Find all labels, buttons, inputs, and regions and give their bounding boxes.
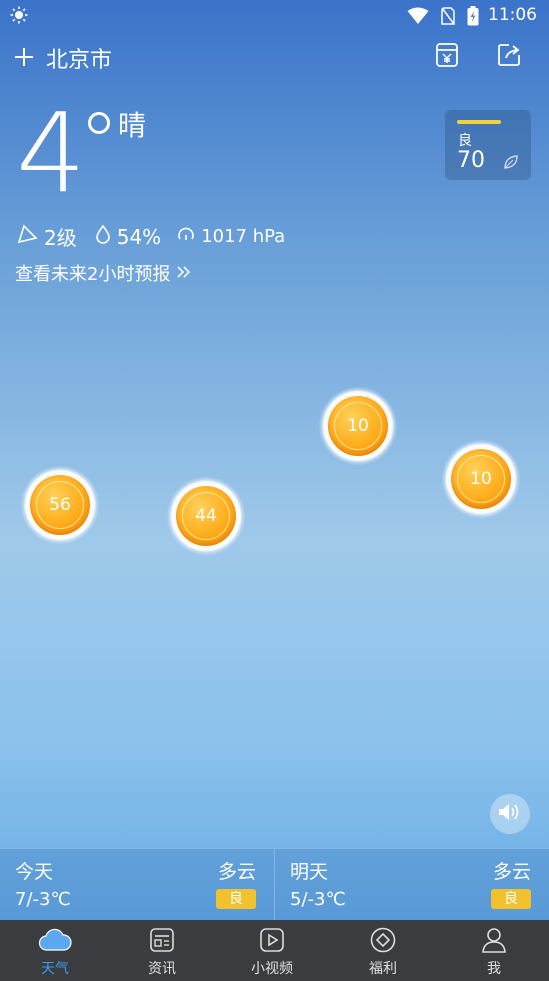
sun-icon <box>10 6 28 28</box>
aqi-badge: 良 <box>491 889 531 909</box>
leaf-icon <box>503 154 519 174</box>
current-temperature: 4 <box>16 89 86 217</box>
no-sim-icon <box>441 7 455 29</box>
tab-rewards[interactable]: 福利 <box>328 920 438 981</box>
tab-weather[interactable]: 天气 <box>0 920 110 981</box>
tab-me[interactable]: 我 <box>439 920 549 981</box>
tab-label: 福利 <box>369 961 397 977</box>
aqi-card[interactable]: 良 70 <box>445 110 531 180</box>
bottom-tab-bar: 天气 资讯 小视频 福利 我 <box>0 920 549 981</box>
day-name: 明天 <box>290 861 329 883</box>
two-hour-forecast-link[interactable]: 查看未来2小时预报 <box>15 260 192 286</box>
tab-label: 小视频 <box>251 961 293 977</box>
pressure-icon <box>177 225 195 249</box>
daily-forecast: 今天 多云 7/-3℃ 良 明天 多云 5/-3℃ 良 <box>0 848 549 921</box>
weather-condition: 晴 <box>118 109 147 142</box>
status-bar: 11:06 <box>0 0 549 30</box>
double-chevron-right-icon <box>176 263 192 284</box>
humidity-value: 54% <box>116 224 162 249</box>
top-bar: 北京市 <box>0 38 549 78</box>
battery-charging-icon <box>467 6 479 30</box>
speaker-icon <box>497 801 523 827</box>
play-icon <box>258 926 286 954</box>
clock: 11:06 <box>488 5 537 25</box>
wallet-icon[interactable] <box>435 42 461 68</box>
weather-details: 2级 54% 1017 hPa <box>16 222 291 251</box>
reward-bubble[interactable]: 10 <box>319 387 397 465</box>
tab-news[interactable]: 资讯 <box>107 920 217 981</box>
aqi-level: 良 <box>458 133 472 149</box>
day-temperature-range: 5/-3℃ <box>290 889 346 910</box>
day-weather: 多云 <box>217 861 256 883</box>
city-name[interactable]: 北京市 <box>46 42 112 74</box>
tab-label: 资讯 <box>148 961 176 977</box>
wind-level: 2级 <box>44 226 77 250</box>
aqi-value: 70 <box>457 148 485 173</box>
forecast-tomorrow[interactable]: 明天 多云 5/-3℃ 良 <box>274 849 549 921</box>
humidity-icon <box>95 224 111 249</box>
day-temperature-range: 7/-3℃ <box>15 889 71 910</box>
tab-short-video[interactable]: 小视频 <box>217 920 327 981</box>
wifi-icon <box>407 7 429 29</box>
aqi-badge: 良 <box>216 889 256 909</box>
forecast-today[interactable]: 今天 多云 7/-3℃ 良 <box>0 849 274 921</box>
person-icon <box>480 926 508 954</box>
aqi-level-bar <box>457 120 501 124</box>
add-city-button[interactable] <box>14 40 34 74</box>
reward-bubble[interactable]: 44 <box>167 477 245 555</box>
news-icon <box>148 926 176 954</box>
share-icon[interactable] <box>496 42 522 68</box>
tab-label: 我 <box>487 961 501 977</box>
reward-bubble[interactable]: 10 <box>442 440 520 518</box>
forecast-link-label: 查看未来2小时预报 <box>15 264 171 285</box>
reward-bubble[interactable]: 56 <box>21 466 99 544</box>
diamond-icon <box>369 926 397 954</box>
wind-icon <box>16 224 38 249</box>
degree-symbol <box>88 112 110 134</box>
day-name: 今天 <box>15 861 54 883</box>
day-weather: 多云 <box>492 861 531 883</box>
voice-broadcast-button[interactable] <box>490 794 530 834</box>
tab-label: 天气 <box>41 961 69 977</box>
cloud-icon <box>38 926 72 954</box>
pressure-value: 1017 hPa <box>201 226 286 247</box>
